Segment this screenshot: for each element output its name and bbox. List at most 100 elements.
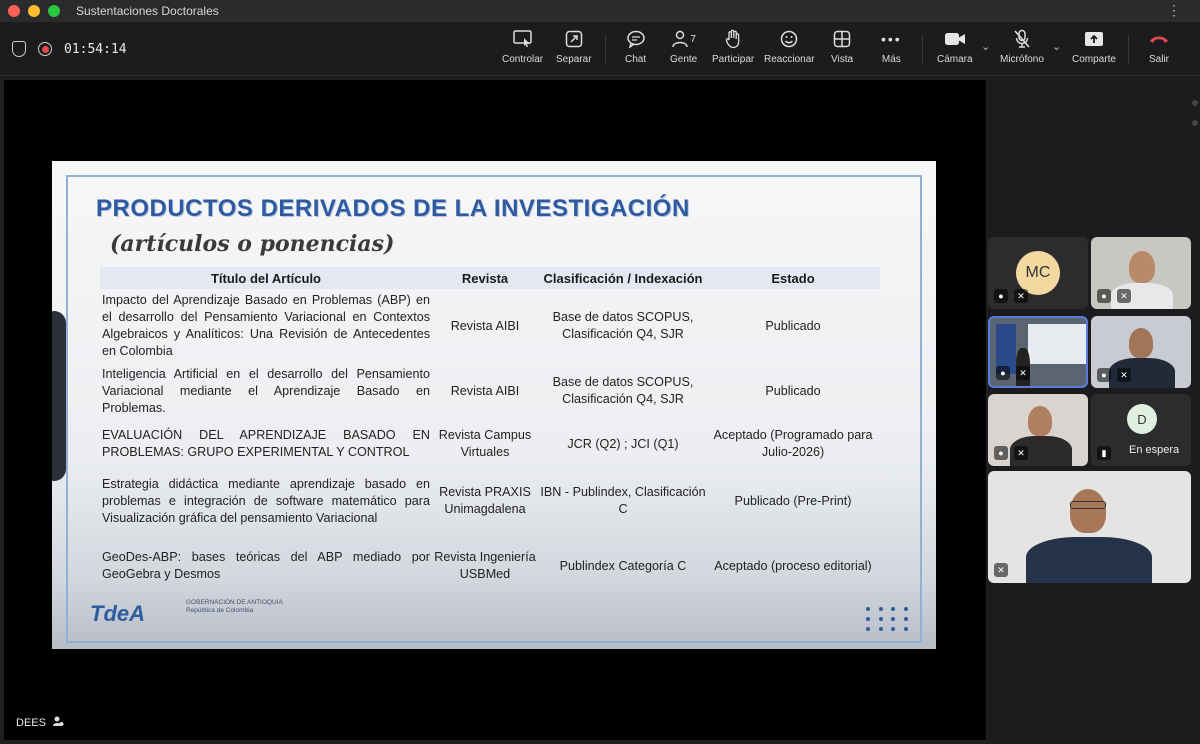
header-journal: Revista — [461, 270, 509, 286]
tile-status-bar: ● ✕ — [996, 366, 1030, 380]
raise-hand-label: Participar — [712, 54, 755, 65]
hang-up-icon — [1148, 28, 1170, 50]
camera-icon — [944, 28, 966, 50]
hand-icon — [724, 28, 742, 50]
journal-cell: Revista PRAXIS Unimagdalena — [439, 485, 531, 516]
status-cell: Publicado (Pre-Print) — [734, 493, 852, 508]
participant-tile-video-3[interactable]: ● ✕ — [1091, 316, 1191, 388]
participant-tile-video-1[interactable]: ● ✕ — [1091, 237, 1191, 309]
host-icon: ● — [996, 366, 1010, 380]
host-icon: ● — [1097, 368, 1111, 382]
meeting-status: 01:54:14 — [12, 22, 127, 76]
shield-icon[interactable] — [12, 41, 26, 57]
meeting-toolbar: 01:54:14 Controlar Separar Chat 7 Gente … — [0, 22, 1200, 76]
header-status: Estado — [771, 270, 815, 286]
presenter-name: DEES — [16, 716, 46, 729]
view-label: Vista — [831, 54, 854, 65]
share-button[interactable]: Comparte — [1072, 28, 1116, 72]
pop-out-icon — [565, 28, 583, 50]
chat-label: Chat — [625, 54, 647, 65]
table-header: Título del Artículo Revista Clasificació… — [100, 267, 880, 289]
camera-button[interactable]: Cámara — [937, 28, 973, 72]
scroll-indicator[interactable] — [1192, 100, 1198, 106]
journal-cell: Revista AIBI — [450, 318, 520, 333]
signal-icon: ▮ — [1097, 446, 1111, 460]
antioquia-logo-line1: GOBERNACIÓN DE ANTIOQUIA — [186, 599, 283, 606]
participant-tile-video-4[interactable]: ● ✕ — [988, 394, 1088, 466]
header-title: Título del Artículo — [210, 270, 321, 286]
products-table: Título del Artículo Revista Clasificació… — [100, 267, 880, 599]
participant-video — [1070, 489, 1106, 533]
people-button[interactable]: 7 Gente — [670, 28, 697, 72]
react-button[interactable]: Reaccionar — [764, 28, 815, 72]
indexing-cell: Base de datos SCOPUS, Clasificación Q4, … — [552, 310, 694, 341]
share-label: Comparte — [1072, 54, 1116, 65]
status-cell: Publicado — [765, 383, 821, 398]
shared-screen-stage[interactable]: PRODUCTOS DERIVADOS DE LA INVESTIGACIÓN … — [4, 80, 986, 740]
more-button[interactable]: ••• Más — [881, 28, 902, 72]
close-window-button[interactable] — [8, 5, 20, 17]
table-row: EVALUACIÓN DEL APRENDIZAJE BASADO EN PRO… — [100, 419, 880, 469]
article-title-cell: GeoDes-ABP: bases teóricas del ABP media… — [102, 550, 430, 581]
microphone-muted-icon: ✕ — [1016, 366, 1030, 380]
smiley-icon — [780, 28, 798, 50]
participant-video — [1028, 406, 1052, 436]
scroll-indicator[interactable] — [1192, 120, 1198, 126]
microphone-options-chevron-icon[interactable]: ⌄ — [1052, 40, 1061, 53]
tdea-logo: TdeA — [90, 601, 145, 626]
article-title-cell: Impacto del Aprendizaje Basado en Proble… — [102, 293, 430, 358]
table-row: GeoDes-ABP: bases teóricas del ABP media… — [100, 533, 880, 599]
microphone-button[interactable]: Micrófono — [1000, 28, 1044, 72]
indexing-cell: Base de datos SCOPUS, Clasificación Q4, … — [552, 375, 694, 406]
status-cell: Aceptado (Programado para Julio-2026) — [713, 428, 873, 459]
chat-button[interactable]: Chat — [625, 28, 646, 72]
journal-cell: Revista AIBI — [450, 383, 520, 398]
antioquia-logo: GOBERNACIÓN DE ANTIOQUIA República de Co… — [186, 599, 283, 615]
indexing-cell: Publindex Categoría C — [559, 558, 687, 573]
more-options-icon[interactable]: ⋮ — [1167, 2, 1182, 19]
meeting-timer: 01:54:14 — [64, 41, 127, 57]
participant-video — [1129, 251, 1155, 283]
microphone-muted-icon — [1013, 28, 1031, 50]
microphone-muted-icon: ✕ — [994, 563, 1008, 577]
tile-status-bar: ● ✕ — [1097, 289, 1131, 303]
camera-options-chevron-icon[interactable]: ⌄ — [981, 40, 990, 53]
window-title: Sustentaciones Doctorales — [76, 4, 219, 18]
status-cell: Publicado — [765, 318, 821, 333]
leave-button[interactable]: Salir — [1148, 28, 1170, 72]
participant-tile-video-2[interactable]: ● ✕ — [988, 316, 1088, 388]
waiting-status: En espera — [1129, 444, 1180, 456]
people-count: 7 — [690, 33, 696, 45]
monitor-cursor-icon — [512, 28, 533, 50]
glasses-shape — [1070, 501, 1106, 509]
participant-tile-mc[interactable]: MC ● ✕ — [988, 237, 1088, 309]
chat-bubble-icon — [626, 28, 646, 50]
participant-tile-self-video[interactable]: ✕ — [988, 471, 1191, 583]
control-button[interactable]: Controlar — [502, 28, 543, 72]
journal-cell: Revista Campus Virtuales — [438, 428, 532, 459]
more-dots-icon: ••• — [881, 31, 902, 47]
window-controls — [8, 5, 60, 17]
control-label: Controlar — [502, 54, 544, 65]
participant-tile-d-waiting[interactable]: D En espera ▮ — [1091, 394, 1191, 466]
indexing-cell: JCR (Q2) ; JCI (Q1) — [567, 436, 679, 451]
maximize-window-button[interactable] — [48, 5, 60, 17]
minimize-window-button[interactable] — [28, 5, 40, 17]
host-icon: ● — [1097, 289, 1111, 303]
participants-panel: MC ● ✕ ● ✕ ● ✕ ● ✕ ● ✕ D En espera ▮ ✕ — [988, 80, 1200, 744]
slide-dots-decoration — [866, 607, 910, 631]
camera-label: Cámara — [937, 54, 973, 65]
toolbar-divider — [605, 36, 606, 64]
journal-cell: Revista Ingeniería USBMed — [434, 550, 536, 581]
microphone-muted-icon: ✕ — [1117, 289, 1131, 303]
separate-button[interactable]: Separar — [556, 28, 592, 72]
raise-hand-button[interactable]: Participar — [712, 28, 754, 72]
header-indexing: Clasificación / Indexación — [543, 270, 703, 286]
share-screen-icon — [1084, 28, 1104, 50]
participant-video-torso — [1026, 537, 1152, 583]
status-cell: Aceptado (proceso editorial) — [714, 558, 872, 573]
slide-subtitle: (artículos o ponencias) — [110, 231, 395, 257]
slide-decoration — [52, 311, 66, 481]
recording-icon[interactable] — [38, 42, 52, 56]
view-button[interactable]: Vista — [831, 28, 853, 72]
